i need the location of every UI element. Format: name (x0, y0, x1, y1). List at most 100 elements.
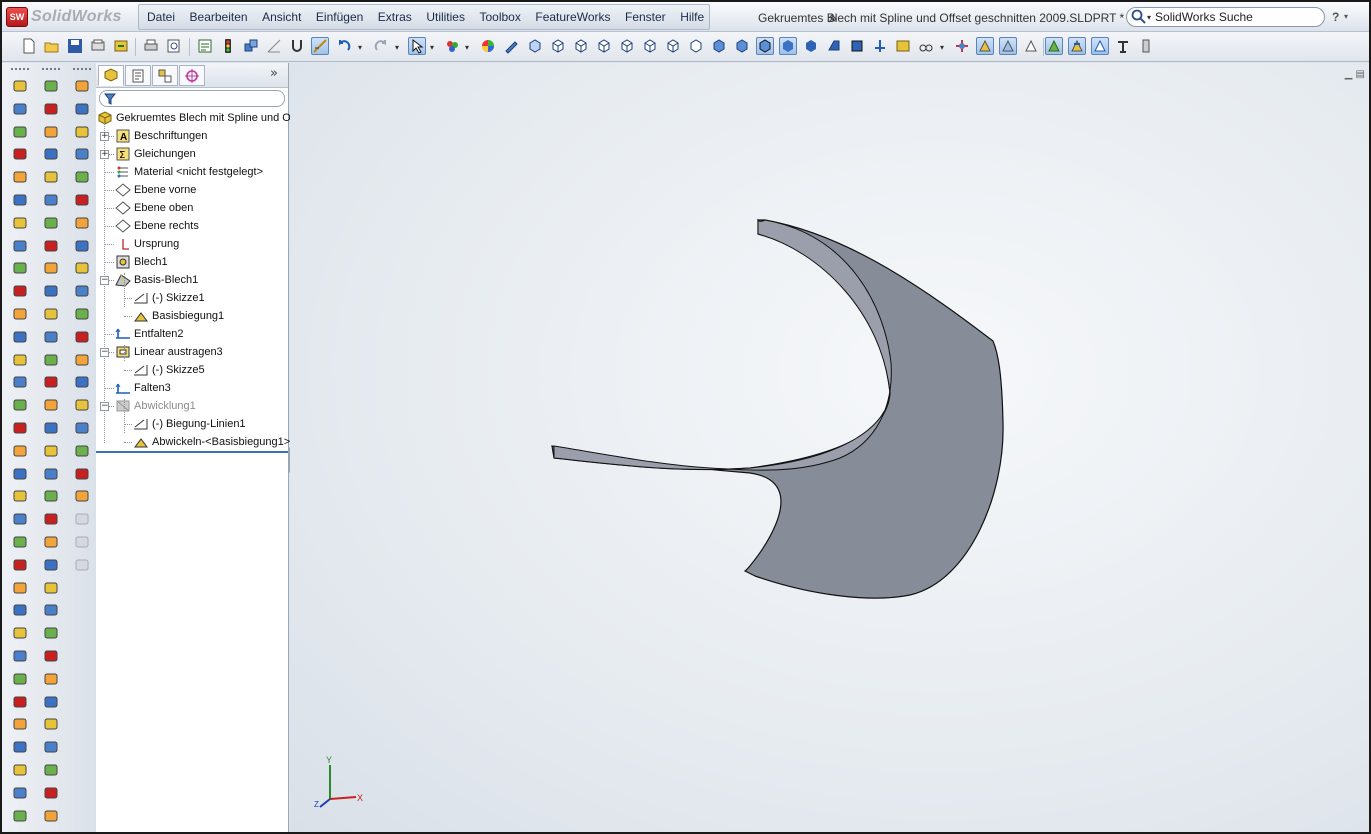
command-tool-icon[interactable] (42, 282, 60, 300)
sheetmetal-part-model[interactable] (551, 219, 1004, 599)
expand-icon[interactable]: + (100, 132, 109, 141)
print-preview-icon[interactable] (89, 37, 107, 55)
rollback-bar[interactable] (96, 451, 288, 453)
command-tool-icon[interactable] (42, 670, 60, 688)
view-cube-icon[interactable] (733, 37, 751, 55)
command-tool-icon[interactable] (11, 601, 29, 619)
command-tool-icon[interactable] (11, 145, 29, 163)
command-tool-icon[interactable] (11, 259, 29, 277)
command-tool-icon[interactable] (42, 123, 60, 141)
command-tool-icon[interactable] (73, 487, 91, 505)
command-tool-icon[interactable] (42, 715, 60, 733)
print-icon[interactable] (142, 37, 160, 55)
tree-item[interactable]: Basisbiegung1 (132, 307, 224, 325)
property-manager-tab[interactable] (125, 65, 151, 86)
cameras-icon[interactable] (1114, 37, 1132, 55)
pan-icon[interactable] (999, 37, 1017, 55)
zoom-fit-icon[interactable] (1022, 37, 1040, 55)
tree-item[interactable]: Linear austragen3 (114, 343, 223, 361)
command-tool-icon[interactable] (42, 807, 60, 825)
annotations-toolbar-icon[interactable] (1091, 37, 1109, 55)
command-tool-icon[interactable] (73, 145, 91, 163)
command-tool-icon[interactable] (11, 305, 29, 323)
expand-chevron-icon[interactable]: » (270, 66, 278, 81)
tree-item[interactable]: Basis-Blech1 (114, 271, 198, 289)
orientation-dropdown-icon[interactable]: ▾ (940, 43, 944, 52)
command-tool-icon[interactable] (11, 465, 29, 483)
color-wheel-icon[interactable] (479, 37, 497, 55)
select-icon[interactable] (408, 37, 426, 55)
expand-icon[interactable]: + (100, 150, 109, 159)
command-tool-icon[interactable] (11, 761, 29, 779)
command-tool-icon[interactable] (42, 487, 60, 505)
redo-dropdown-icon[interactable]: ▾ (395, 43, 399, 52)
tree-item[interactable]: A Beschriftungen (114, 127, 207, 145)
command-tool-icon[interactable] (73, 442, 91, 460)
graphics-area[interactable]: ▁ ▤ Y X Z (290, 63, 1369, 832)
command-tool-icon[interactable] (11, 214, 29, 232)
redo-icon[interactable] (372, 37, 390, 55)
sketch-icon[interactable] (265, 37, 283, 55)
new-document-icon[interactable] (20, 37, 38, 55)
rotate-icon[interactable] (976, 37, 994, 55)
command-tool-icon[interactable] (73, 100, 91, 118)
command-tool-icon[interactable] (11, 442, 29, 460)
options-icon[interactable] (196, 37, 214, 55)
command-tool-icon[interactable] (42, 237, 60, 255)
command-tool-icon[interactable] (11, 807, 29, 825)
menu-fenster[interactable]: Fenster (625, 10, 666, 24)
command-tool-icon[interactable] (73, 533, 91, 551)
command-tool-icon[interactable] (11, 77, 29, 95)
command-tool-icon[interactable] (73, 77, 91, 95)
command-tool-icon[interactable] (11, 168, 29, 186)
shaded-with-edges-icon[interactable] (756, 37, 774, 55)
command-tool-icon[interactable] (73, 396, 91, 414)
command-tool-icon[interactable] (42, 328, 60, 346)
tree-item[interactable]: (-) Biegung-Linien1 (132, 415, 246, 433)
assembly-icon[interactable] (242, 37, 260, 55)
command-tool-icon[interactable] (11, 328, 29, 346)
view-axis-icon[interactable] (871, 37, 889, 55)
tree-item[interactable]: Abwickeln-<Basisbiegung1> (132, 433, 290, 451)
solidworks-logo[interactable]: SW SolidWorks (6, 6, 124, 28)
command-tool-icon[interactable] (73, 556, 91, 574)
command-tool-icon[interactable] (73, 214, 91, 232)
command-tool-icon[interactable] (42, 738, 60, 756)
shaded-icon[interactable] (779, 37, 797, 55)
command-tool-icon[interactable] (42, 100, 60, 118)
undo-icon[interactable] (335, 37, 353, 55)
command-tool-icon[interactable] (73, 328, 91, 346)
command-tool-icon[interactable] (42, 510, 60, 528)
command-tool-icon[interactable] (11, 373, 29, 391)
command-tool-icon[interactable] (42, 556, 60, 574)
command-tool-icon[interactable] (11, 647, 29, 665)
command-tool-icon[interactable] (42, 442, 60, 460)
command-tool-icon[interactable] (11, 123, 29, 141)
tree-item[interactable]: Ebene rechts (114, 217, 199, 235)
tree-item[interactable]: Entfalten2 (114, 325, 184, 343)
configuration-manager-tab[interactable] (152, 65, 178, 86)
bottom-view-icon[interactable] (664, 37, 682, 55)
traffic-light-icon[interactable] (219, 37, 237, 55)
command-tool-icon[interactable] (42, 761, 60, 779)
search-dropdown-icon[interactable]: ▾ (1147, 13, 1151, 22)
command-tool-icon[interactable] (11, 693, 29, 711)
top-view-icon[interactable] (641, 37, 659, 55)
hidden-lines-icon[interactable] (802, 37, 820, 55)
command-tool-icon[interactable] (11, 738, 29, 756)
tree-item[interactable]: Ebene oben (114, 199, 193, 217)
command-tool-icon[interactable] (73, 259, 91, 277)
select-dropdown-icon[interactable]: ▾ (430, 43, 434, 52)
command-tool-icon[interactable] (11, 487, 29, 505)
command-tool-icon[interactable] (42, 168, 60, 186)
menu-hilfe[interactable]: Hilfe (680, 10, 704, 24)
search-input[interactable]: SolidWorks Suche (1155, 10, 1253, 24)
tree-item[interactable]: Falten3 (114, 379, 171, 397)
command-tool-icon[interactable] (73, 237, 91, 255)
rebuild-icon[interactable] (112, 37, 130, 55)
command-tool-icon[interactable] (11, 396, 29, 414)
tree-item[interactable]: Ebene vorne (114, 181, 196, 199)
toolbox-icon[interactable] (1137, 37, 1155, 55)
command-tool-icon[interactable] (73, 282, 91, 300)
collapse-icon[interactable]: − (100, 348, 109, 357)
